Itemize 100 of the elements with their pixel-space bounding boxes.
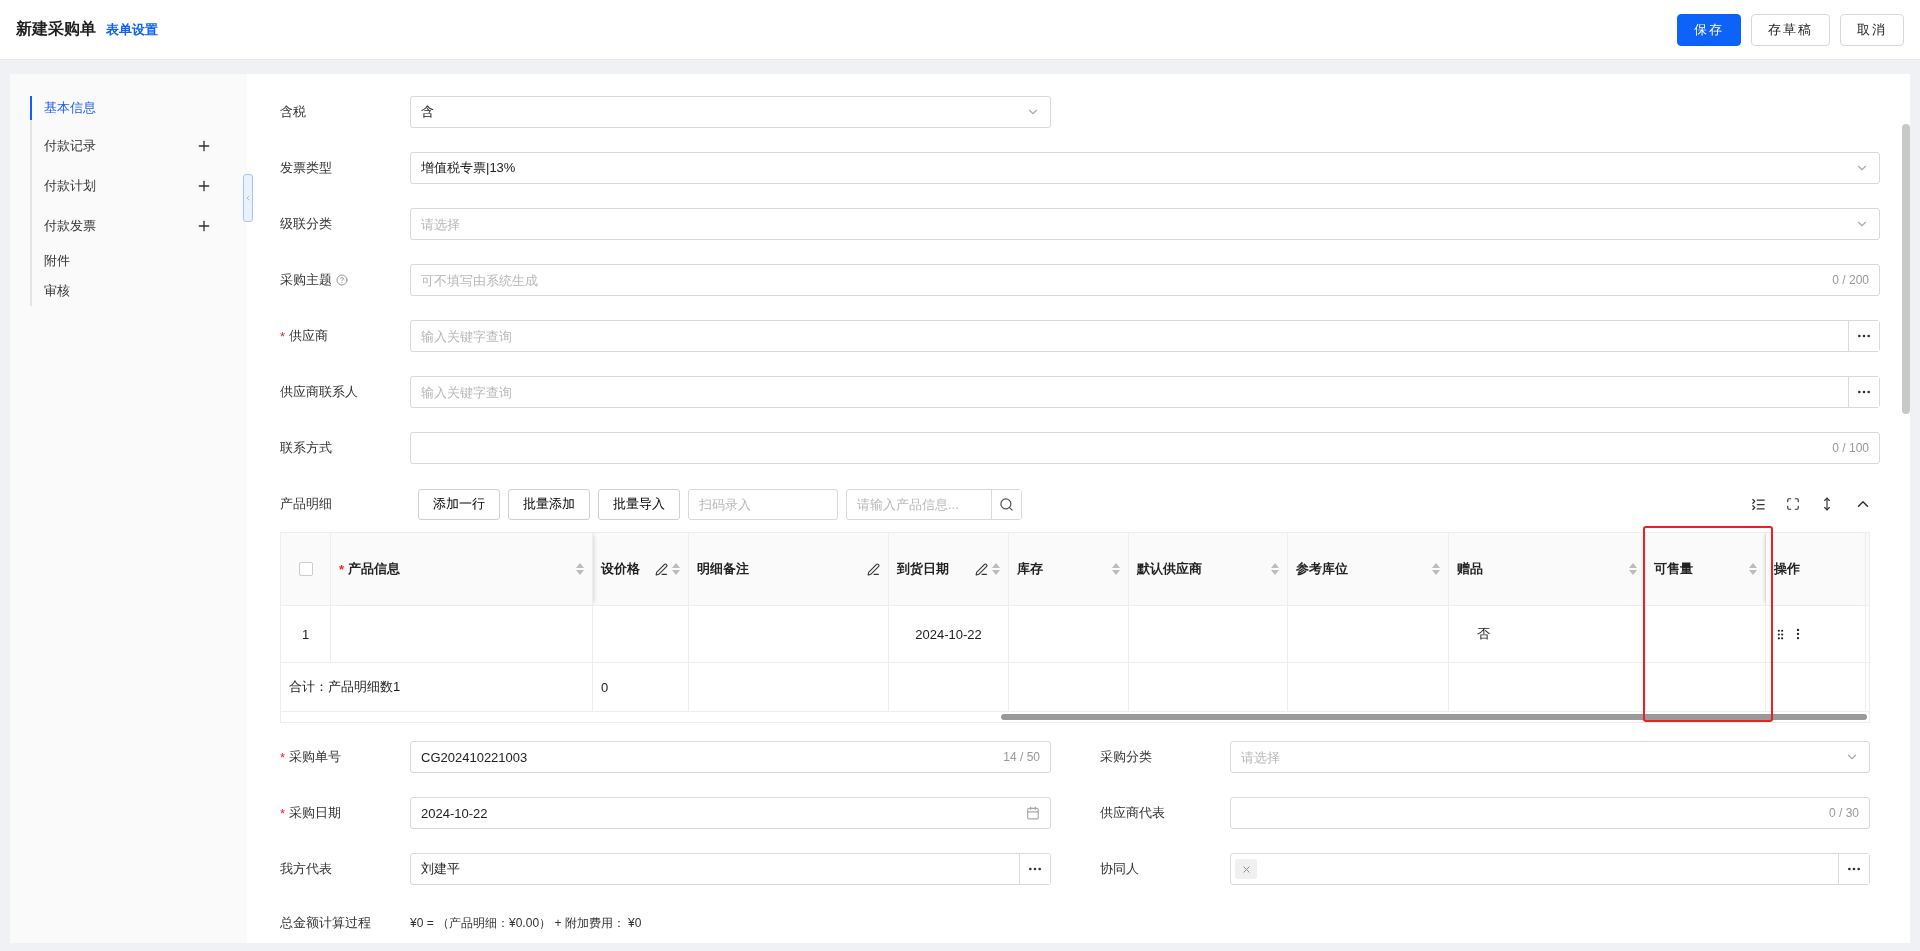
- field-label: 供应商联系人: [280, 383, 358, 401]
- summary-label: 合计：产品明细数1: [289, 678, 401, 696]
- lookup-field[interactable]: 刘建平: [410, 853, 1051, 885]
- total-formula: ¥0 = （产品明细：¥0.00） + 附加费用： ¥0: [410, 914, 642, 932]
- column-title: 可售量: [1654, 560, 1694, 578]
- scan-field[interactable]: 扫码录入: [688, 488, 838, 520]
- add-icon[interactable]: [196, 138, 212, 154]
- scrollbar[interactable]: [1902, 124, 1910, 414]
- field-label: 供应商: [289, 327, 329, 345]
- field-label: 级联分类: [280, 215, 332, 233]
- column-title: 默认供应商: [1137, 560, 1203, 578]
- text-input[interactable]: 请选择: [411, 216, 1855, 232]
- row-height-icon[interactable]: [1751, 496, 1766, 512]
- header-button[interactable]: 存草稿: [1751, 13, 1830, 46]
- toolbar-button[interactable]: 添加一行: [418, 488, 500, 520]
- sort-icon[interactable]: [576, 563, 584, 575]
- column-title: 参考库位: [1296, 560, 1349, 578]
- page-title: 新建采购单: [16, 19, 96, 39]
- sort-icon[interactable]: [1629, 563, 1637, 575]
- remove-icon[interactable]: [1240, 863, 1252, 875]
- row-number: 1: [281, 606, 331, 662]
- sidebar-label: 审核: [44, 282, 70, 300]
- edit-icon[interactable]: [975, 562, 988, 576]
- sidebar-label: 基本信息: [44, 99, 96, 117]
- select-field[interactable]: 请选择: [1230, 741, 1870, 773]
- field-label: 含税: [280, 103, 306, 121]
- toolbar-button[interactable]: 批量添加: [508, 488, 590, 520]
- calendar-icon: [1026, 806, 1040, 820]
- text-input[interactable]: CG202410221003: [411, 749, 1004, 765]
- text-input[interactable]: 2024-10-22: [411, 805, 1026, 821]
- add-icon[interactable]: [196, 218, 212, 234]
- date-field[interactable]: 2024-10-22: [410, 797, 1051, 829]
- form-settings-link[interactable]: 表单设置: [106, 20, 158, 39]
- sidebar-item[interactable]: 附件: [30, 246, 220, 276]
- field-label: 采购日期: [289, 804, 342, 822]
- sort-icon[interactable]: [672, 563, 680, 575]
- sidebar-label: 付款计划: [44, 177, 96, 195]
- text-input[interactable]: 增值税专票|13%: [411, 160, 1855, 176]
- edit-icon[interactable]: [867, 562, 880, 576]
- add-icon[interactable]: [196, 178, 212, 194]
- column-title: 库存: [1017, 560, 1044, 578]
- fullscreen-icon[interactable]: [1786, 497, 1800, 511]
- tag-field[interactable]: [1230, 853, 1870, 885]
- sort-icon[interactable]: [1112, 563, 1120, 575]
- sidebar-item[interactable]: 付款计划: [30, 166, 220, 206]
- field-label: 采购单号: [289, 748, 342, 766]
- sort-icon[interactable]: [992, 563, 1000, 575]
- required-mark: *: [280, 749, 286, 765]
- field-label: 采购分类: [1100, 748, 1152, 766]
- search-icon[interactable]: [999, 496, 1014, 512]
- text-input[interactable]: 扫码录入: [689, 496, 837, 512]
- sidebar-item[interactable]: 基本信息: [30, 96, 220, 120]
- sidebar-item[interactable]: 审核: [30, 276, 220, 306]
- column-title: 产品信息: [348, 560, 402, 578]
- tag-chip[interactable]: [1235, 859, 1257, 879]
- field-label: 总金额计算过程: [280, 914, 371, 932]
- field-label: 采购主题: [280, 271, 332, 289]
- lookup-field[interactable]: 输入关键字查询: [410, 376, 1880, 408]
- header-button[interactable]: 取消: [1840, 13, 1904, 46]
- sidebar-label: 付款发票: [44, 217, 96, 235]
- column-title: 到货日期: [897, 560, 950, 578]
- save-button[interactable]: 保存: [1677, 13, 1741, 46]
- sidebar-item[interactable]: 付款发票: [30, 206, 220, 246]
- section-label: 产品明细: [280, 495, 332, 513]
- product-search-field[interactable]: 请输入产品信息...: [846, 488, 1022, 520]
- sidebar-label: 付款记录: [44, 137, 96, 155]
- char-counter: 0 / 30: [1828, 806, 1860, 820]
- select-field[interactable]: 含: [410, 96, 1051, 128]
- field-label: 联系方式: [280, 439, 332, 457]
- sort-icon[interactable]: [1432, 563, 1440, 575]
- sort-icon[interactable]: [1271, 563, 1279, 575]
- text-input[interactable]: 请输入产品信息...: [847, 496, 991, 512]
- field-label: 协同人: [1100, 860, 1139, 878]
- select-field[interactable]: 增值税专票|13%: [410, 152, 1880, 184]
- sort-icon[interactable]: [1749, 563, 1757, 575]
- help-icon[interactable]: [336, 274, 348, 286]
- input-field[interactable]: CG202410221003 14 / 50: [410, 741, 1051, 773]
- field-label: 发票类型: [280, 159, 332, 177]
- select-field[interactable]: 请选择: [410, 208, 1880, 240]
- search-button[interactable]: [991, 489, 1021, 519]
- edit-icon[interactable]: [655, 562, 668, 576]
- column-title: 赠品: [1457, 560, 1484, 578]
- table-cell: 2024-10-22: [915, 626, 982, 642]
- text-input[interactable]: 刘建平: [411, 861, 1019, 877]
- text-input[interactable]: 请选择: [1231, 749, 1845, 765]
- toolbar-button[interactable]: 批量导入: [598, 488, 680, 520]
- required-mark: *: [280, 805, 286, 821]
- text-input[interactable]: 可不填写由系统生成: [411, 272, 1833, 288]
- column-title: 操作: [1774, 560, 1801, 578]
- sidebar-item[interactable]: 付款记录: [30, 126, 220, 166]
- char-counter: 14 / 50: [1003, 750, 1041, 764]
- text-input[interactable]: 含: [411, 104, 1026, 120]
- select-all-checkbox[interactable]: [298, 562, 313, 576]
- text-input[interactable]: 输入关键字查询: [411, 328, 1848, 344]
- summary-cell: 0: [601, 679, 609, 695]
- text-input[interactable]: 输入关键字查询: [411, 384, 1848, 400]
- scrollbar[interactable]: [1001, 714, 1867, 720]
- lookup-field[interactable]: 输入关键字查询: [410, 320, 1880, 352]
- table-cell: 否: [1477, 625, 1490, 643]
- collapse-handle[interactable]: [243, 174, 253, 222]
